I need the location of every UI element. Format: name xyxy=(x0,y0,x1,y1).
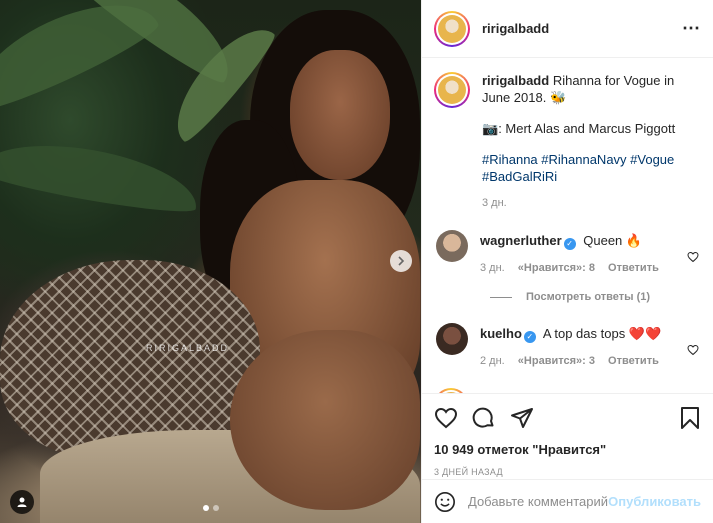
caption-hashtags[interactable]: #BadGalRiRi xyxy=(482,168,701,185)
credit-emoji: 📷 xyxy=(482,121,499,136)
comment-emoji: 🔥 xyxy=(625,233,643,248)
caption-credit: : Mert Alas and Marcus Piggott xyxy=(498,121,676,136)
comment: kuelho ✓ A top das tops ❤️❤️ 2 дн. «Нрави… xyxy=(434,323,701,370)
author-username[interactable]: ririgalbadd xyxy=(482,21,682,36)
caption-hashtags[interactable]: #Rihanna #RihannaNavy #Vogue xyxy=(482,151,701,168)
carousel-dots xyxy=(0,505,421,511)
photo-watermark: RIRIGALBADD xyxy=(146,343,230,353)
post-sidebar: ririgalbadd ⋯ ririgalbadd Rihanna for Vo… xyxy=(421,0,713,523)
post-photo[interactable]: RIRIGALBADD xyxy=(0,0,421,523)
comment-input[interactable]: Добавьте комментарий... xyxy=(468,494,608,509)
comment-emoji: ❤️❤️ xyxy=(628,326,662,341)
comment-like-button[interactable] xyxy=(685,230,701,277)
next-photo-button[interactable] xyxy=(390,250,412,272)
verified-icon: ✓ xyxy=(523,331,536,343)
comment: wagnerluther ✓ Queen 🔥 3 дн. «Нравится»: … xyxy=(434,230,701,277)
post-actions: 10 949 отметок "Нравится" 3 ДНЕЙ НАЗАД xyxy=(422,393,713,477)
comment-icon[interactable] xyxy=(472,406,496,430)
share-icon[interactable] xyxy=(510,406,534,430)
heart-icon xyxy=(687,344,699,355)
bookmark-icon[interactable] xyxy=(679,406,701,430)
comment-age[interactable]: 2 дн. xyxy=(480,355,505,367)
view-replies-label: Посмотреть ответы (1) xyxy=(526,291,651,303)
comments-list[interactable]: ririgalbadd Rihanna for Vogue in June 20… xyxy=(422,58,713,393)
caption-emoji: 🐝 xyxy=(549,90,567,105)
comment-age[interactable]: 3 дн. xyxy=(480,262,505,274)
caption-age[interactable]: 3 дн. xyxy=(482,197,507,209)
comment-text: Queen xyxy=(583,233,623,248)
heart-icon[interactable] xyxy=(434,406,458,430)
post-header: ririgalbadd ⋯ xyxy=(422,0,713,58)
avatar[interactable] xyxy=(436,323,468,355)
post-comment-button[interactable]: Опубликовать xyxy=(608,494,701,509)
emoji-icon[interactable] xyxy=(434,491,456,513)
avatar[interactable] xyxy=(434,72,470,108)
comment-likes[interactable]: «Нравится»: 8 xyxy=(518,262,595,274)
comment-username[interactable]: wagnerluther xyxy=(480,233,562,248)
figure-arm xyxy=(230,330,420,510)
reply-button[interactable]: Ответить xyxy=(608,355,659,367)
verified-icon: ✓ xyxy=(563,238,576,250)
avatar[interactable] xyxy=(436,230,468,262)
comment-text: A top das tops xyxy=(542,326,626,341)
avatar[interactable] xyxy=(434,10,470,47)
carousel-dot xyxy=(202,505,209,511)
caption-username[interactable]: ririgalbadd xyxy=(482,73,549,88)
view-replies-button[interactable]: Посмотреть ответы (1) xyxy=(490,291,701,303)
caption: ririgalbadd Rihanna for Vogue in June 20… xyxy=(434,72,701,212)
chevron-right-icon xyxy=(398,256,405,266)
comment-like-button[interactable] xyxy=(685,323,701,370)
reply-button[interactable]: Ответить xyxy=(608,262,659,274)
palm-frond xyxy=(0,131,203,219)
heart-icon xyxy=(687,251,699,262)
carousel-dot xyxy=(212,505,219,511)
figure-face xyxy=(290,50,390,180)
user-tag-icon xyxy=(17,497,27,507)
more-icon[interactable]: ⋯ xyxy=(682,18,701,39)
post-timestamp[interactable]: 3 ДНЕЙ НАЗАД xyxy=(434,467,701,477)
add-comment-bar: Добавьте комментарий... Опубликовать xyxy=(422,479,713,523)
comment-likes[interactable]: «Нравится»: 3 xyxy=(518,355,595,367)
user-tag-button[interactable] xyxy=(10,490,34,514)
comment-username[interactable]: kuelho xyxy=(480,326,522,341)
likes-count[interactable]: 10 949 отметок "Нравится" xyxy=(434,442,701,457)
